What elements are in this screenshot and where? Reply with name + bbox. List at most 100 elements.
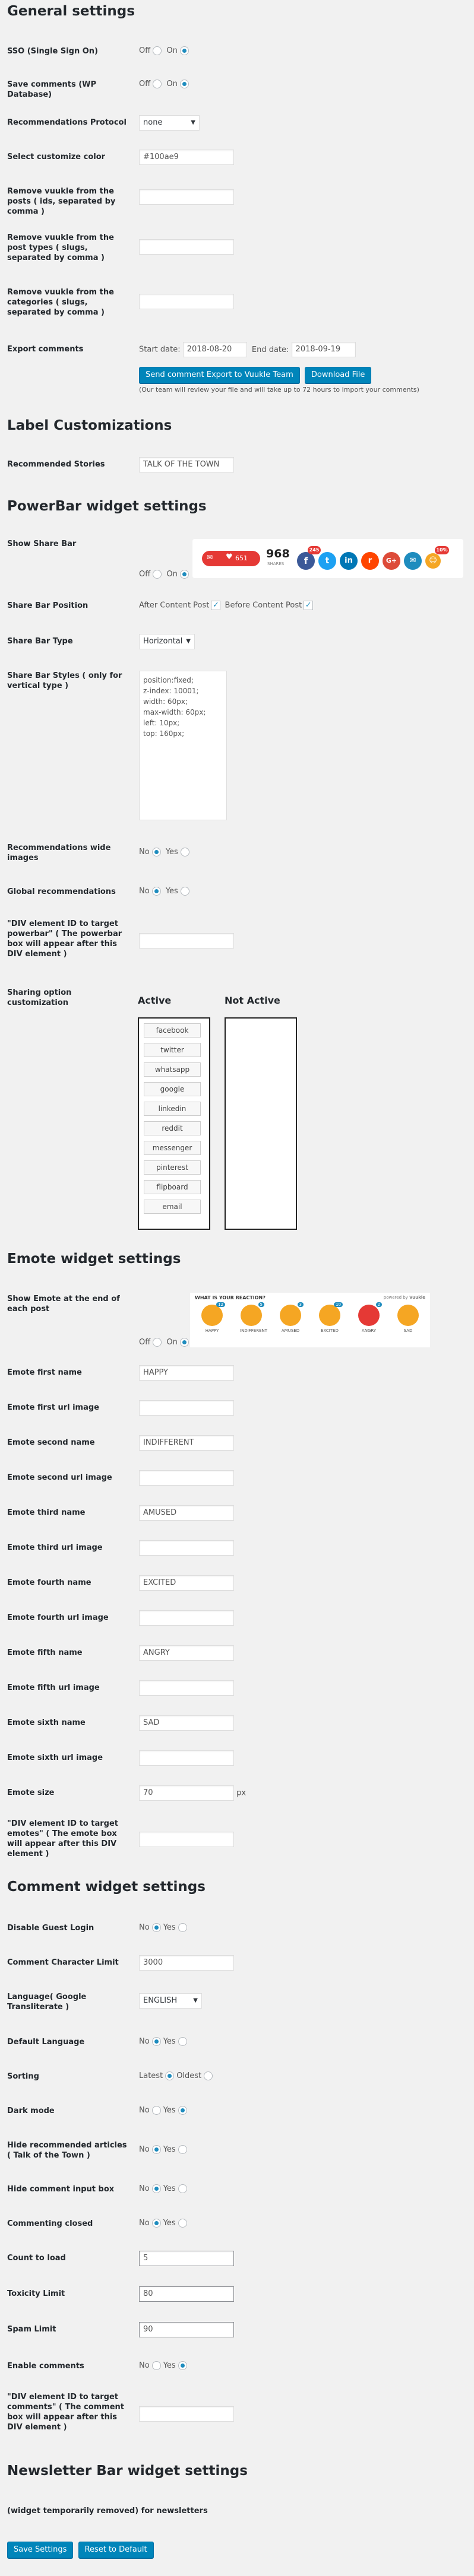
share-bar-styles-label: Share Bar Styles ( only for vertical typ… (7, 671, 122, 690)
hide-input-label: Hide comment input box (7, 2185, 115, 2194)
comments-div-target-input[interactable] (139, 2406, 234, 2422)
sad-face-icon (397, 1305, 419, 1326)
indifferent-face-icon: 5 (241, 1302, 264, 1326)
hide-input-no-radio[interactable] (151, 2184, 161, 2193)
share-bar-styles-textarea[interactable]: position:fixed; z-index: 10001; width: 60p… (139, 671, 227, 820)
sharing-item-reddit[interactable]: reddit (144, 1121, 201, 1135)
emote-second-url-input[interactable] (139, 1470, 234, 1486)
sharing-item-google[interactable]: google (144, 1082, 201, 1096)
emote-fourth-url-input[interactable] (139, 1610, 234, 1626)
heart-icon: ♥ (226, 553, 233, 561)
send-export-button[interactable]: Send comment Export to Vuukle Team (139, 367, 300, 383)
reset-default-button[interactable]: Reset to Default (78, 2542, 154, 2558)
not-active-title: Not Active (225, 995, 280, 1006)
not-active-list[interactable] (225, 1017, 297, 1230)
download-file-button[interactable]: Download File (304, 367, 372, 383)
spam-input[interactable]: 90 (139, 2322, 234, 2337)
emote-fourth-name-input[interactable]: EXCITED (139, 1575, 234, 1591)
sharing-item-pinterest[interactable]: pinterest (144, 1160, 201, 1175)
hide-reco-yes-radio[interactable] (178, 2145, 187, 2154)
sorting-oldest-radio[interactable] (204, 2071, 213, 2080)
start-date-input[interactable]: 2018-08-20 (182, 342, 247, 357)
newsletter-note: (widget temporarily removed) for newslet… (7, 2507, 208, 2515)
emote-size-input[interactable]: 70 (139, 1785, 234, 1801)
enable-comments-yes-radio[interactable] (178, 2361, 187, 2370)
emote-on-radio[interactable] (179, 1338, 189, 1347)
commenting-closed-no-radio[interactable] (151, 2219, 161, 2228)
save-settings-button[interactable]: Save Settings (7, 2542, 74, 2558)
end-date-input[interactable]: 2018-09-19 (291, 342, 356, 357)
remove-posts-input[interactable] (139, 189, 234, 205)
dark-mode-no-radio[interactable] (151, 2106, 161, 2115)
share-bar-off-radio[interactable] (153, 570, 162, 579)
emote-fifth-name-input[interactable]: ANGRY (139, 1645, 234, 1661)
commenting-closed-yes-radio[interactable] (178, 2219, 187, 2228)
reco-protocol-label: Recommendations Protocol (7, 118, 127, 127)
sharing-item-email[interactable]: email (144, 1200, 201, 1214)
emote-fifth-name-label: Emote fifth name (7, 1648, 83, 1657)
toxicity-input[interactable]: 80 (139, 2286, 234, 2302)
hide-input-yes-radio[interactable] (178, 2184, 187, 2193)
sharing-item-messenger[interactable]: messenger (144, 1141, 201, 1155)
dark-mode-label: Dark mode (7, 2107, 55, 2115)
emote-third-url-input[interactable] (139, 1540, 234, 1556)
share-bar-type-select[interactable]: Horizontal ▼ (139, 634, 195, 649)
emote-sixth-name-input[interactable]: SAD (139, 1715, 234, 1731)
save-comments-off-radio[interactable] (153, 80, 162, 88)
emote-happy: 12 HAPPY (201, 1302, 225, 1333)
language-translit-select[interactable]: ENGLISH ▼ (139, 1993, 202, 2009)
emote-third-name-input[interactable]: AMUSED (139, 1505, 234, 1521)
active-list[interactable]: facebook twitter whatsapp google linkedi… (138, 1017, 210, 1230)
sso-off-radio[interactable] (153, 46, 162, 55)
sharing-item-linkedin[interactable]: linkedin (144, 1102, 201, 1116)
char-limit-input[interactable]: 3000 (139, 1955, 234, 1971)
disable-guest-yes-radio[interactable] (178, 1923, 187, 1932)
global-reco-yes-label: Yes (165, 887, 178, 896)
global-reco-no-radio[interactable] (151, 887, 161, 896)
before-content-checkbox[interactable]: ✓ (304, 601, 314, 610)
reco-wide-no-radio[interactable] (151, 848, 161, 856)
share-bar-preview: ✉ ♥ 651 968 SHARES f 245 t in r G+ ✉ ☺ 1… (192, 539, 463, 578)
after-content-label: After Content Post (139, 601, 210, 610)
customize-color-input[interactable]: #100ae9 (139, 150, 234, 165)
disable-guest-no-radio[interactable] (151, 1923, 161, 1932)
default-language-no-radio[interactable] (151, 2037, 161, 2046)
show-emote-label: Show Emote at the end of each post (7, 1295, 120, 1314)
remove-post-types-input[interactable] (139, 239, 234, 255)
char-limit-label: Comment Character Limit (7, 1958, 119, 1967)
sharing-item-flipboard[interactable]: flipboard (144, 1180, 201, 1194)
emote-sixth-url-input[interactable] (139, 1750, 234, 1766)
customize-color-label: Select customize color (7, 153, 106, 161)
emote-badge: 10% (435, 546, 449, 554)
count-load-input[interactable]: 5 (139, 2251, 234, 2266)
default-language-yes-radio[interactable] (178, 2037, 187, 2046)
sso-on-label: On (166, 46, 178, 55)
emote-fifth-url-input[interactable] (139, 1680, 234, 1696)
emote-div-target-input[interactable] (139, 1832, 234, 1847)
enable-comments-no-radio[interactable] (151, 2361, 161, 2370)
sharing-item-whatsapp[interactable]: whatsapp (144, 1062, 201, 1077)
save-comments-on-radio[interactable] (179, 80, 189, 88)
emote-first-name-input[interactable]: HAPPY (139, 1365, 234, 1381)
powerbar-div-target-input[interactable] (139, 933, 234, 948)
emote-preview: WHAT IS YOUR REACTION? powered by Vuukle… (190, 1293, 430, 1347)
active-title: Active (138, 995, 172, 1006)
emote-off-radio[interactable] (153, 1338, 162, 1347)
sharing-item-facebook[interactable]: facebook (144, 1023, 201, 1038)
reco-wide-label: Recommendations wide images (7, 843, 111, 862)
chevron-down-icon: ▼ (186, 638, 191, 645)
share-bar-on-radio[interactable] (179, 570, 189, 579)
sharing-item-twitter[interactable]: twitter (144, 1043, 201, 1057)
dark-mode-yes-radio[interactable] (178, 2106, 187, 2115)
reco-wide-yes-radio[interactable] (180, 848, 189, 856)
hide-reco-no-radio[interactable] (151, 2145, 161, 2154)
emote-second-name-input[interactable]: INDIFFERENT (139, 1435, 234, 1451)
sso-on-radio[interactable] (179, 46, 189, 55)
reco-protocol-select[interactable]: none ▼ (139, 115, 200, 131)
emote-first-url-input[interactable] (139, 1400, 234, 1416)
global-reco-yes-radio[interactable] (180, 887, 189, 896)
recommended-stories-input[interactable]: TALK OF THE TOWN (139, 457, 234, 472)
after-content-checkbox[interactable]: ✓ (211, 601, 221, 610)
sorting-latest-radio[interactable] (165, 2071, 175, 2080)
remove-categories-input[interactable] (139, 294, 234, 309)
